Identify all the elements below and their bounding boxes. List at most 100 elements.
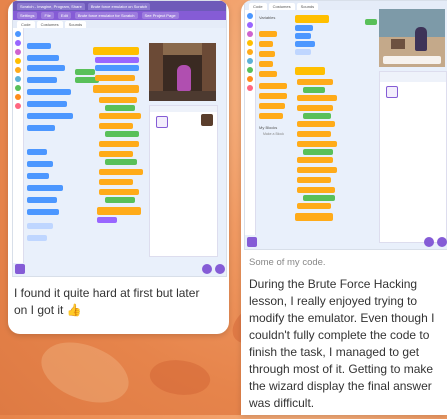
add-extension-button[interactable] [247,237,257,247]
category-control-icon [15,67,21,73]
category-events-icon [15,58,21,64]
tab-code: Code [17,21,35,28]
code-block [95,65,139,71]
code-block [97,207,141,215]
category-motion-icon [247,13,253,19]
choose-sprite-button[interactable] [202,264,212,274]
tab-code: Code [249,3,267,10]
tab-sounds: Sounds [296,3,319,10]
code-block [295,25,313,31]
code-block [27,197,57,203]
code-block [99,179,133,185]
category-sensing-icon [15,76,21,82]
code-block [27,101,67,107]
stage-preview[interactable] [149,43,216,101]
code-block [99,189,139,195]
code-block [105,159,137,165]
browser-tab: Scratch - Imagine, Program, Share [17,2,85,10]
add-extension-button[interactable] [15,264,25,274]
code-block [99,151,133,157]
code-block [93,47,139,55]
sprite-thumbnail[interactable] [156,116,168,128]
category-operators-icon [15,85,21,91]
code-block [259,61,273,67]
category-column [245,10,256,235]
code-block [303,149,333,155]
caption-text: I found it quite hard at first but later… [14,286,200,317]
menu-edit: Edit [57,12,71,19]
code-block [259,103,285,109]
code-block [303,87,325,93]
sprite-thumbnail[interactable] [386,86,398,98]
code-block [259,51,275,57]
code-block [295,33,311,39]
editor-tabs: Code Costumes Sounds [13,20,226,28]
scratch-screenshot-left[interactable]: Scratch - Imagine, Program, Share Brute … [12,0,227,277]
code-block [303,195,335,201]
category-looks-icon [15,40,21,46]
wizard-sprite [415,27,427,51]
browser-tab-bar: Scratch - Imagine, Program, Share Brute … [13,1,226,11]
code-block [295,213,333,221]
code-block [259,113,283,119]
code-block [27,125,55,131]
code-block [27,185,63,191]
post-card-right[interactable]: Code Costumes Sounds Variables My Blocks… [241,0,447,415]
wizard-sprite [177,65,191,91]
code-block [295,15,329,23]
palette-label: Variables [259,15,276,20]
code-block [27,149,47,155]
code-block [27,55,59,61]
category-looks-icon [247,22,253,28]
choose-backdrop-button[interactable] [437,237,447,247]
code-block [295,49,311,55]
see-project-page: See Project Page [141,12,179,19]
code-block [297,141,337,147]
image-caption: Some of my code. [249,257,326,268]
code-block [259,71,277,77]
post-caption-left: I found it quite hard at first but later… [14,285,214,319]
code-block [27,113,73,119]
choose-backdrop-button[interactable] [215,264,225,274]
background-leaf [146,352,214,403]
code-block [99,123,133,129]
code-block [295,41,315,47]
code-block [297,105,333,111]
code-block [27,89,71,95]
code-block [297,157,333,163]
choose-sprite-button[interactable] [424,237,434,247]
category-column [13,28,24,263]
category-motion-icon [15,31,21,37]
code-block [105,131,139,137]
palette-label: My Blocks [259,125,278,130]
category-myblocks-icon [15,103,21,109]
code-block [99,97,137,103]
code-block [95,75,135,81]
code-block [99,141,139,147]
stage-preview[interactable] [379,9,445,67]
code-block [27,65,65,71]
code-block [99,113,141,119]
tab-sounds: Sounds [64,21,87,28]
code-block [259,31,277,37]
code-block [97,217,117,223]
code-block [295,67,325,75]
code-block [297,95,337,101]
code-block [297,167,337,173]
scratch-screenshot-right[interactable]: Code Costumes Sounds Variables My Blocks… [244,0,447,250]
menu-file: File [41,12,54,19]
category-operators-icon [247,67,253,73]
code-block [297,121,335,127]
code-block [259,83,287,89]
code-block [105,105,135,111]
tab-costumes: Costumes [36,21,63,28]
thumbs-up-icon: 👍 [66,303,82,317]
post-card-left[interactable]: Scratch - Imagine, Program, Share Brute … [8,0,229,334]
stage-thumbnail[interactable] [201,114,213,126]
code-block [27,235,47,241]
code-block [297,187,335,193]
category-sound-icon [15,49,21,55]
code-block [297,203,331,209]
code-block [27,173,49,179]
code-block [27,223,53,229]
